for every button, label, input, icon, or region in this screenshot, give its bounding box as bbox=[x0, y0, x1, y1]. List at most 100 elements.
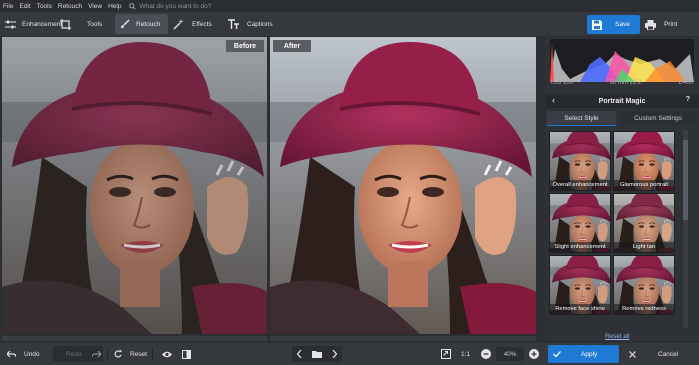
effects-tab[interactable]: Effects bbox=[173, 14, 212, 34]
save-label: Save bbox=[615, 21, 630, 28]
menu-bar: File Edit Tools Retouch View Help What d… bbox=[0, 0, 699, 12]
effects-label: Effects bbox=[192, 20, 212, 28]
checkmark-icon bbox=[553, 351, 561, 357]
right-panel: ISO 100 50 mm f/2.2 1/400 Portrait Magic… bbox=[545, 37, 699, 341]
after-photo bbox=[270, 37, 536, 334]
previous-image-button[interactable] bbox=[297, 343, 302, 365]
search-icon bbox=[129, 2, 137, 10]
style-thumb[interactable]: Remove face shine bbox=[549, 255, 611, 315]
panel-title: Portrait Magic bbox=[598, 97, 646, 105]
after-scrollbar[interactable] bbox=[270, 336, 536, 341]
apply-label: Apply bbox=[581, 350, 598, 358]
panel-header: Portrait Magic bbox=[545, 94, 699, 108]
tools-tab[interactable]: Tools bbox=[60, 14, 102, 34]
enhancement-tab[interactable]: Enhancement bbox=[5, 14, 62, 34]
help-icon[interactable]: ? bbox=[686, 96, 690, 103]
undo-icon bbox=[7, 350, 16, 357]
print-button[interactable]: Print bbox=[645, 15, 677, 34]
reset-icon bbox=[114, 350, 122, 358]
iso-value: ISO 100 bbox=[551, 80, 574, 86]
zoom-in-button[interactable] bbox=[529, 343, 539, 365]
enhancement-label: Enhancement bbox=[22, 20, 63, 28]
style-thumb[interactable]: Glamorous portrait bbox=[613, 131, 675, 191]
search-placeholder: What do you want to do? bbox=[139, 2, 212, 10]
style-label: Light tan bbox=[614, 242, 674, 252]
actual-size-button[interactable]: 1:1 bbox=[461, 343, 470, 365]
plus-icon bbox=[529, 349, 539, 359]
menu-retouch[interactable]: Retouch bbox=[58, 3, 82, 10]
apply-button[interactable]: Apply bbox=[548, 345, 619, 363]
preview-toggle-button[interactable] bbox=[162, 343, 172, 365]
brush-icon bbox=[121, 19, 130, 29]
captions-tab[interactable]: Captions bbox=[228, 14, 273, 34]
before-label: Before bbox=[226, 40, 264, 52]
reset-all-link[interactable]: Reset all bbox=[605, 333, 630, 340]
menu-file[interactable]: File bbox=[3, 3, 13, 10]
menu-edit[interactable]: Edit bbox=[19, 3, 30, 10]
open-folder-button[interactable] bbox=[312, 343, 322, 365]
gallery-scroll-thumb[interactable] bbox=[683, 140, 688, 220]
menu-help[interactable]: Help bbox=[108, 3, 121, 10]
tab-select-style[interactable]: Select Style bbox=[547, 111, 616, 126]
style-label: Glamorous portrait bbox=[614, 180, 674, 190]
histogram bbox=[550, 39, 694, 82]
printer-icon bbox=[645, 19, 656, 30]
style-label: Remove face shine bbox=[550, 304, 610, 314]
save-button[interactable]: Save bbox=[587, 15, 640, 34]
folder-icon bbox=[312, 351, 322, 358]
tools-label: Tools bbox=[87, 20, 103, 28]
text-icon bbox=[228, 19, 239, 29]
style-thumb[interactable]: Slight enhancement bbox=[549, 193, 611, 253]
style-gallery: Overall enhancement Glamorous portrait S… bbox=[549, 131, 677, 327]
style-thumb[interactable]: Light tan bbox=[613, 193, 675, 253]
style-label: Remove redness bbox=[614, 304, 674, 314]
retouch-tab[interactable]: Retouch bbox=[115, 14, 168, 34]
before-preview[interactable]: Before bbox=[2, 37, 267, 334]
fit-to-screen-button[interactable] bbox=[441, 343, 451, 365]
reset-label: Reset bbox=[130, 350, 147, 358]
gallery-scrollbar[interactable] bbox=[683, 130, 688, 328]
minus-icon bbox=[481, 349, 491, 359]
divider bbox=[107, 347, 108, 361]
style-label: Overall enhancement bbox=[550, 180, 610, 190]
exif-info: ISO 100 50 mm f/2.2 1/400 bbox=[551, 80, 693, 90]
after-label: After bbox=[273, 40, 311, 52]
undo-label: Undo bbox=[24, 350, 40, 358]
style-label: Slight enhancement bbox=[550, 242, 610, 252]
redo-group: Redo bbox=[66, 343, 101, 365]
zoom-out-button[interactable] bbox=[481, 343, 491, 365]
next-image-button[interactable] bbox=[332, 343, 337, 365]
captions-label: Captions bbox=[247, 20, 273, 28]
menu-view[interactable]: View bbox=[88, 3, 102, 10]
retouch-label: Retouch bbox=[136, 20, 161, 28]
lens-value: 50 mm f/2.2 bbox=[609, 80, 642, 86]
shutter-value: 1/400 bbox=[677, 80, 693, 86]
tab-custom-settings[interactable]: Custom Settings bbox=[619, 111, 697, 126]
back-arrow-icon[interactable]: ‹ bbox=[552, 95, 555, 105]
cancel-button[interactable]: Cancel bbox=[625, 345, 695, 363]
sliders-icon bbox=[5, 20, 16, 28]
before-scrollbar[interactable] bbox=[2, 336, 267, 341]
redo-icon bbox=[91, 350, 101, 357]
fit-screen-icon bbox=[441, 349, 451, 359]
close-icon bbox=[629, 350, 636, 358]
menu-tools[interactable]: Tools bbox=[37, 3, 52, 10]
style-thumb[interactable]: Remove redness bbox=[613, 255, 675, 315]
before-photo bbox=[2, 37, 267, 334]
zoom-level[interactable]: 40% bbox=[496, 347, 524, 361]
magic-wand-icon bbox=[173, 18, 184, 29]
after-preview[interactable]: After bbox=[270, 37, 536, 334]
compare-icon bbox=[182, 349, 191, 359]
divider bbox=[152, 347, 153, 361]
compare-button[interactable] bbox=[182, 343, 191, 365]
crop-icon bbox=[60, 18, 71, 30]
eye-icon bbox=[162, 351, 172, 357]
undo-button[interactable]: Undo bbox=[7, 343, 40, 365]
ratio-label: 1:1 bbox=[461, 350, 471, 358]
command-search[interactable]: What do you want to do? bbox=[129, 3, 211, 10]
style-thumb[interactable]: Overall enhancement bbox=[549, 131, 611, 191]
print-label: Print bbox=[664, 21, 678, 28]
chevron-right-icon bbox=[332, 350, 337, 358]
redo-label: Redo bbox=[66, 350, 82, 358]
reset-button[interactable]: Reset bbox=[114, 343, 147, 365]
